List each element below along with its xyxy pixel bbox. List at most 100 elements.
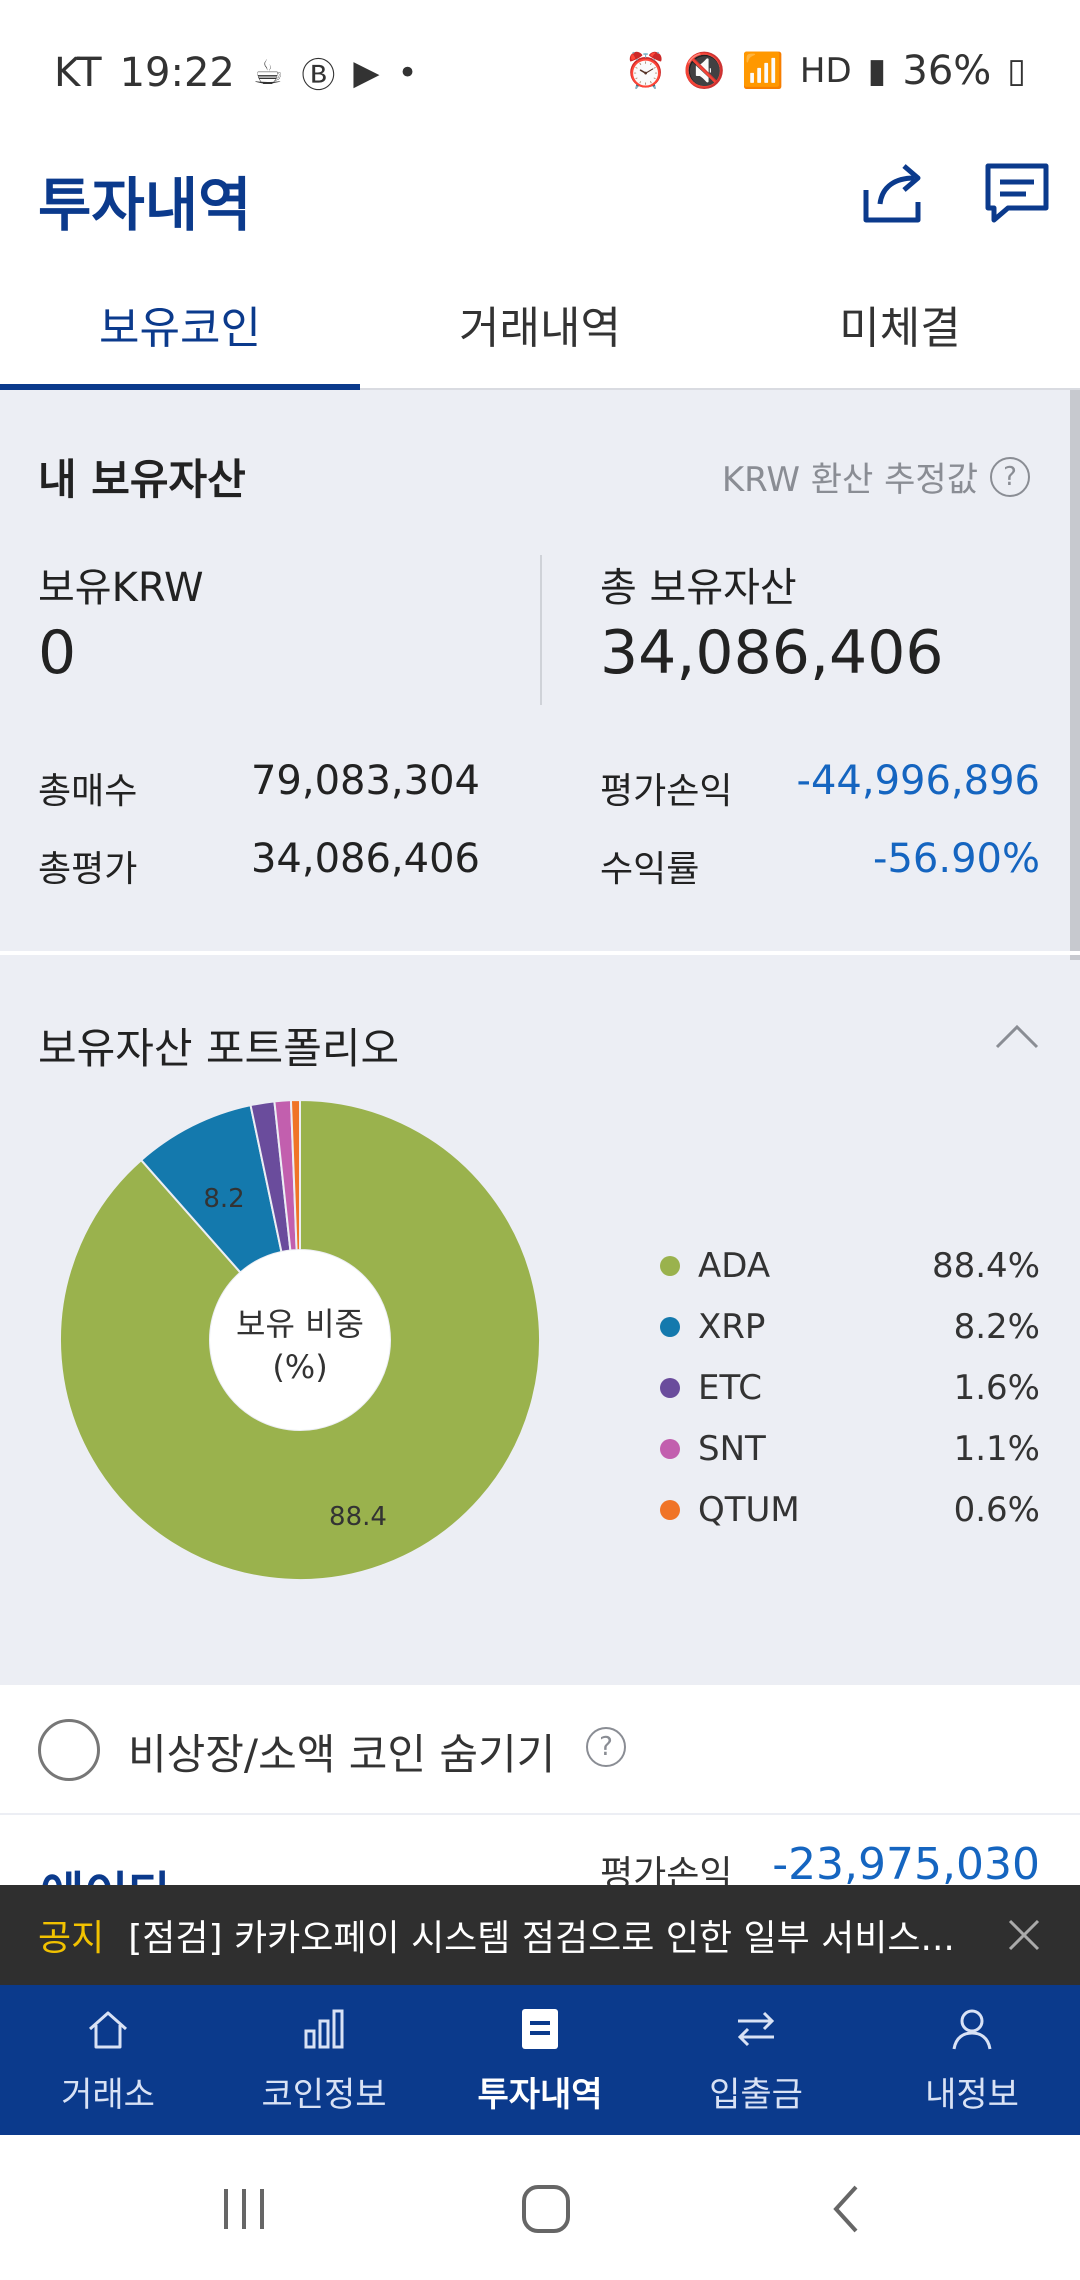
alarm-icon: ⏰ <box>624 51 668 91</box>
legend-dot-etc <box>660 1377 680 1398</box>
legend-name: SNT <box>698 1428 766 1469</box>
legend-item-xrp: XRP 8.2% <box>650 1296 1040 1357</box>
coin-row-ada[interactable]: 에이다 평가손익 -23,975,030 <box>0 1815 1080 1885</box>
assets-summary: 내 보유자산 KRW 환산 추정값 ? 보유KRW 0 총 보유자산 34,08… <box>0 390 1070 952</box>
back-icon[interactable] <box>818 2179 878 2239</box>
legend-value: 1.6% <box>953 1367 1040 1408</box>
total-label: 총 보유자산 <box>600 565 797 611</box>
battery-percent: 36% <box>902 48 992 94</box>
status-right: ⏰ 🔇 📶 HD ▮ 36% ▯ <box>625 48 1026 94</box>
help-icon[interactable]: ? <box>990 456 1030 497</box>
portfolio-donut-chart: 보유 비중 (%) 88.4 8.2 <box>59 1098 541 1581</box>
mute-icon: 🔇 <box>683 51 726 91</box>
nav-investments[interactable]: 투자내역 <box>432 1985 648 2135</box>
nav-coin-info[interactable]: 코인정보 <box>216 1985 432 2135</box>
document-icon <box>522 2008 558 2049</box>
close-icon[interactable] <box>1004 1915 1044 1955</box>
coin-pl-label: 평가손익 <box>600 1854 733 1885</box>
legend-value: 88.4% <box>931 1245 1040 1286</box>
legend-item-snt: SNT 1.1% <box>650 1418 1040 1479</box>
carrier-label: KT <box>54 49 102 96</box>
scrollbar[interactable] <box>1070 390 1080 960</box>
legend-name: XRP <box>698 1306 766 1347</box>
legend-name: QTUM <box>698 1489 800 1530</box>
hide-small-coins-label: 비상장/소액 코인 숨기기 <box>128 1730 556 1779</box>
chevron-up-icon[interactable] <box>994 1021 1040 1051</box>
coin-pl-value: -23,975,030 <box>772 1839 1040 1885</box>
pl-label: 평가손익 <box>600 771 733 812</box>
nav-label: 코인정보 <box>261 2074 387 2115</box>
hide-small-coins-radio[interactable] <box>38 1719 100 1781</box>
eval-value: 34,086,406 <box>250 836 480 882</box>
legend-value: 8.2% <box>953 1306 1040 1347</box>
rate-value: -56.90% <box>873 836 1040 882</box>
tab-bar: 보유코인 거래내역 미체결 <box>0 260 1080 390</box>
total-value: 34,086,406 <box>600 618 944 688</box>
buy-value: 79,083,304 <box>250 758 480 804</box>
bottom-nav: 거래소 코인정보 투자내역 입출금 내정보 <box>0 1985 1080 2135</box>
tab-history[interactable]: 거래내역 <box>360 260 720 388</box>
nav-exchange[interactable]: 거래소 <box>0 1985 216 2135</box>
app-bar: 투자내역 <box>0 140 1080 260</box>
legend-item-etc: ETC 1.6% <box>650 1357 1040 1418</box>
wifi-icon: 📶 <box>741 51 784 91</box>
nav-deposit-withdraw[interactable]: 입출금 <box>648 1985 864 2135</box>
buy-label: 총매수 <box>38 771 138 812</box>
bar-chart-icon <box>304 2009 344 2048</box>
status-left: KT 19:22 ☕ Ⓑ ▶ • <box>54 48 418 97</box>
pl-value: -44,996,896 <box>796 758 1040 804</box>
eval-label: 총평가 <box>38 849 138 890</box>
legend-item-qtum: QTUM 0.6% <box>650 1479 1040 1540</box>
home-button-icon[interactable] <box>516 2179 576 2239</box>
portfolio-title: 보유자산 포트폴리오 <box>38 1024 400 1073</box>
status-bar: KT 19:22 ☕ Ⓑ ▶ • ⏰ 🔇 📶 HD ▮ 36% ▯ <box>0 0 1080 140</box>
legend-name: ETC <box>698 1367 762 1408</box>
nav-label: 입출금 <box>709 2074 803 2115</box>
transfer-icon <box>737 2011 775 2046</box>
legend-dot-snt <box>660 1438 680 1459</box>
nav-my-info[interactable]: 내정보 <box>864 1985 1080 2135</box>
nav-label: 내정보 <box>925 2074 1019 2115</box>
recent-apps-icon[interactable] <box>214 2179 274 2239</box>
tab-pending[interactable]: 미체결 <box>720 260 1080 388</box>
share-icon[interactable] <box>858 156 932 230</box>
hide-small-coins-row[interactable]: 비상장/소액 코인 숨기기 ? <box>0 1685 1080 1813</box>
notice-tag: 공지 <box>38 1918 105 1959</box>
coin-name: 에이다 <box>40 1855 172 1885</box>
signal-icon: ▮ <box>867 51 887 91</box>
slice-label-xrp: 8.2 <box>203 1184 244 1214</box>
system-nav-bar <box>0 2135 1080 2280</box>
home-icon <box>89 2011 127 2048</box>
user-icon <box>952 2009 992 2049</box>
legend-dot-qtum <box>660 1499 680 1520</box>
legend-name: ADA <box>698 1245 771 1286</box>
tab-holdings[interactable]: 보유코인 <box>0 260 360 388</box>
legend-value: 0.6% <box>953 1489 1040 1530</box>
legend-dot-xrp <box>660 1316 680 1337</box>
notice-banner[interactable]: 공지 [점검] 카카오페이 시스템 점검으로 인한 일부 서비스... <box>0 1885 1080 1985</box>
estimate-note[interactable]: KRW 환산 추정값 ? <box>722 452 1030 501</box>
notice-text[interactable]: [점검] 카카오페이 시스템 점검으로 인한 일부 서비스... <box>128 1909 988 1961</box>
assets-title: 내 보유자산 <box>38 455 246 504</box>
krw-label: 보유KRW <box>38 565 204 611</box>
divider <box>540 555 542 705</box>
portfolio-legend: ADA 88.4% XRP 8.2% ETC 1.6% SNT 1.1% QTU… <box>650 1235 1040 1540</box>
slice-label-ada: 88.4 <box>329 1502 387 1532</box>
clock: 19:22 <box>119 49 235 96</box>
help-icon[interactable]: ? <box>586 1727 626 1767</box>
message-icon[interactable] <box>980 156 1054 230</box>
b-app-icon: Ⓑ <box>301 56 336 96</box>
legend-value: 1.1% <box>953 1428 1040 1469</box>
estimate-label: KRW 환산 추정값 <box>721 460 978 500</box>
krw-value: 0 <box>38 618 77 688</box>
coffee-icon: ☕ <box>252 52 284 93</box>
battery-icon: ▯ <box>1007 51 1026 91</box>
legend-dot-ada <box>660 1255 680 1276</box>
donut-center-title: 보유 비중 <box>236 1305 364 1343</box>
youtube-icon: ▶ <box>353 52 380 93</box>
portfolio-section: 보유자산 포트폴리오 보유 비중 (%) 88.4 8.2 ADA 88.4% … <box>0 955 1080 1683</box>
page-title: 투자내역 <box>38 171 252 239</box>
nav-label: 투자내역 <box>477 2074 603 2115</box>
hd-icon: HD <box>799 51 852 91</box>
more-notifications-icon: • <box>397 52 418 93</box>
